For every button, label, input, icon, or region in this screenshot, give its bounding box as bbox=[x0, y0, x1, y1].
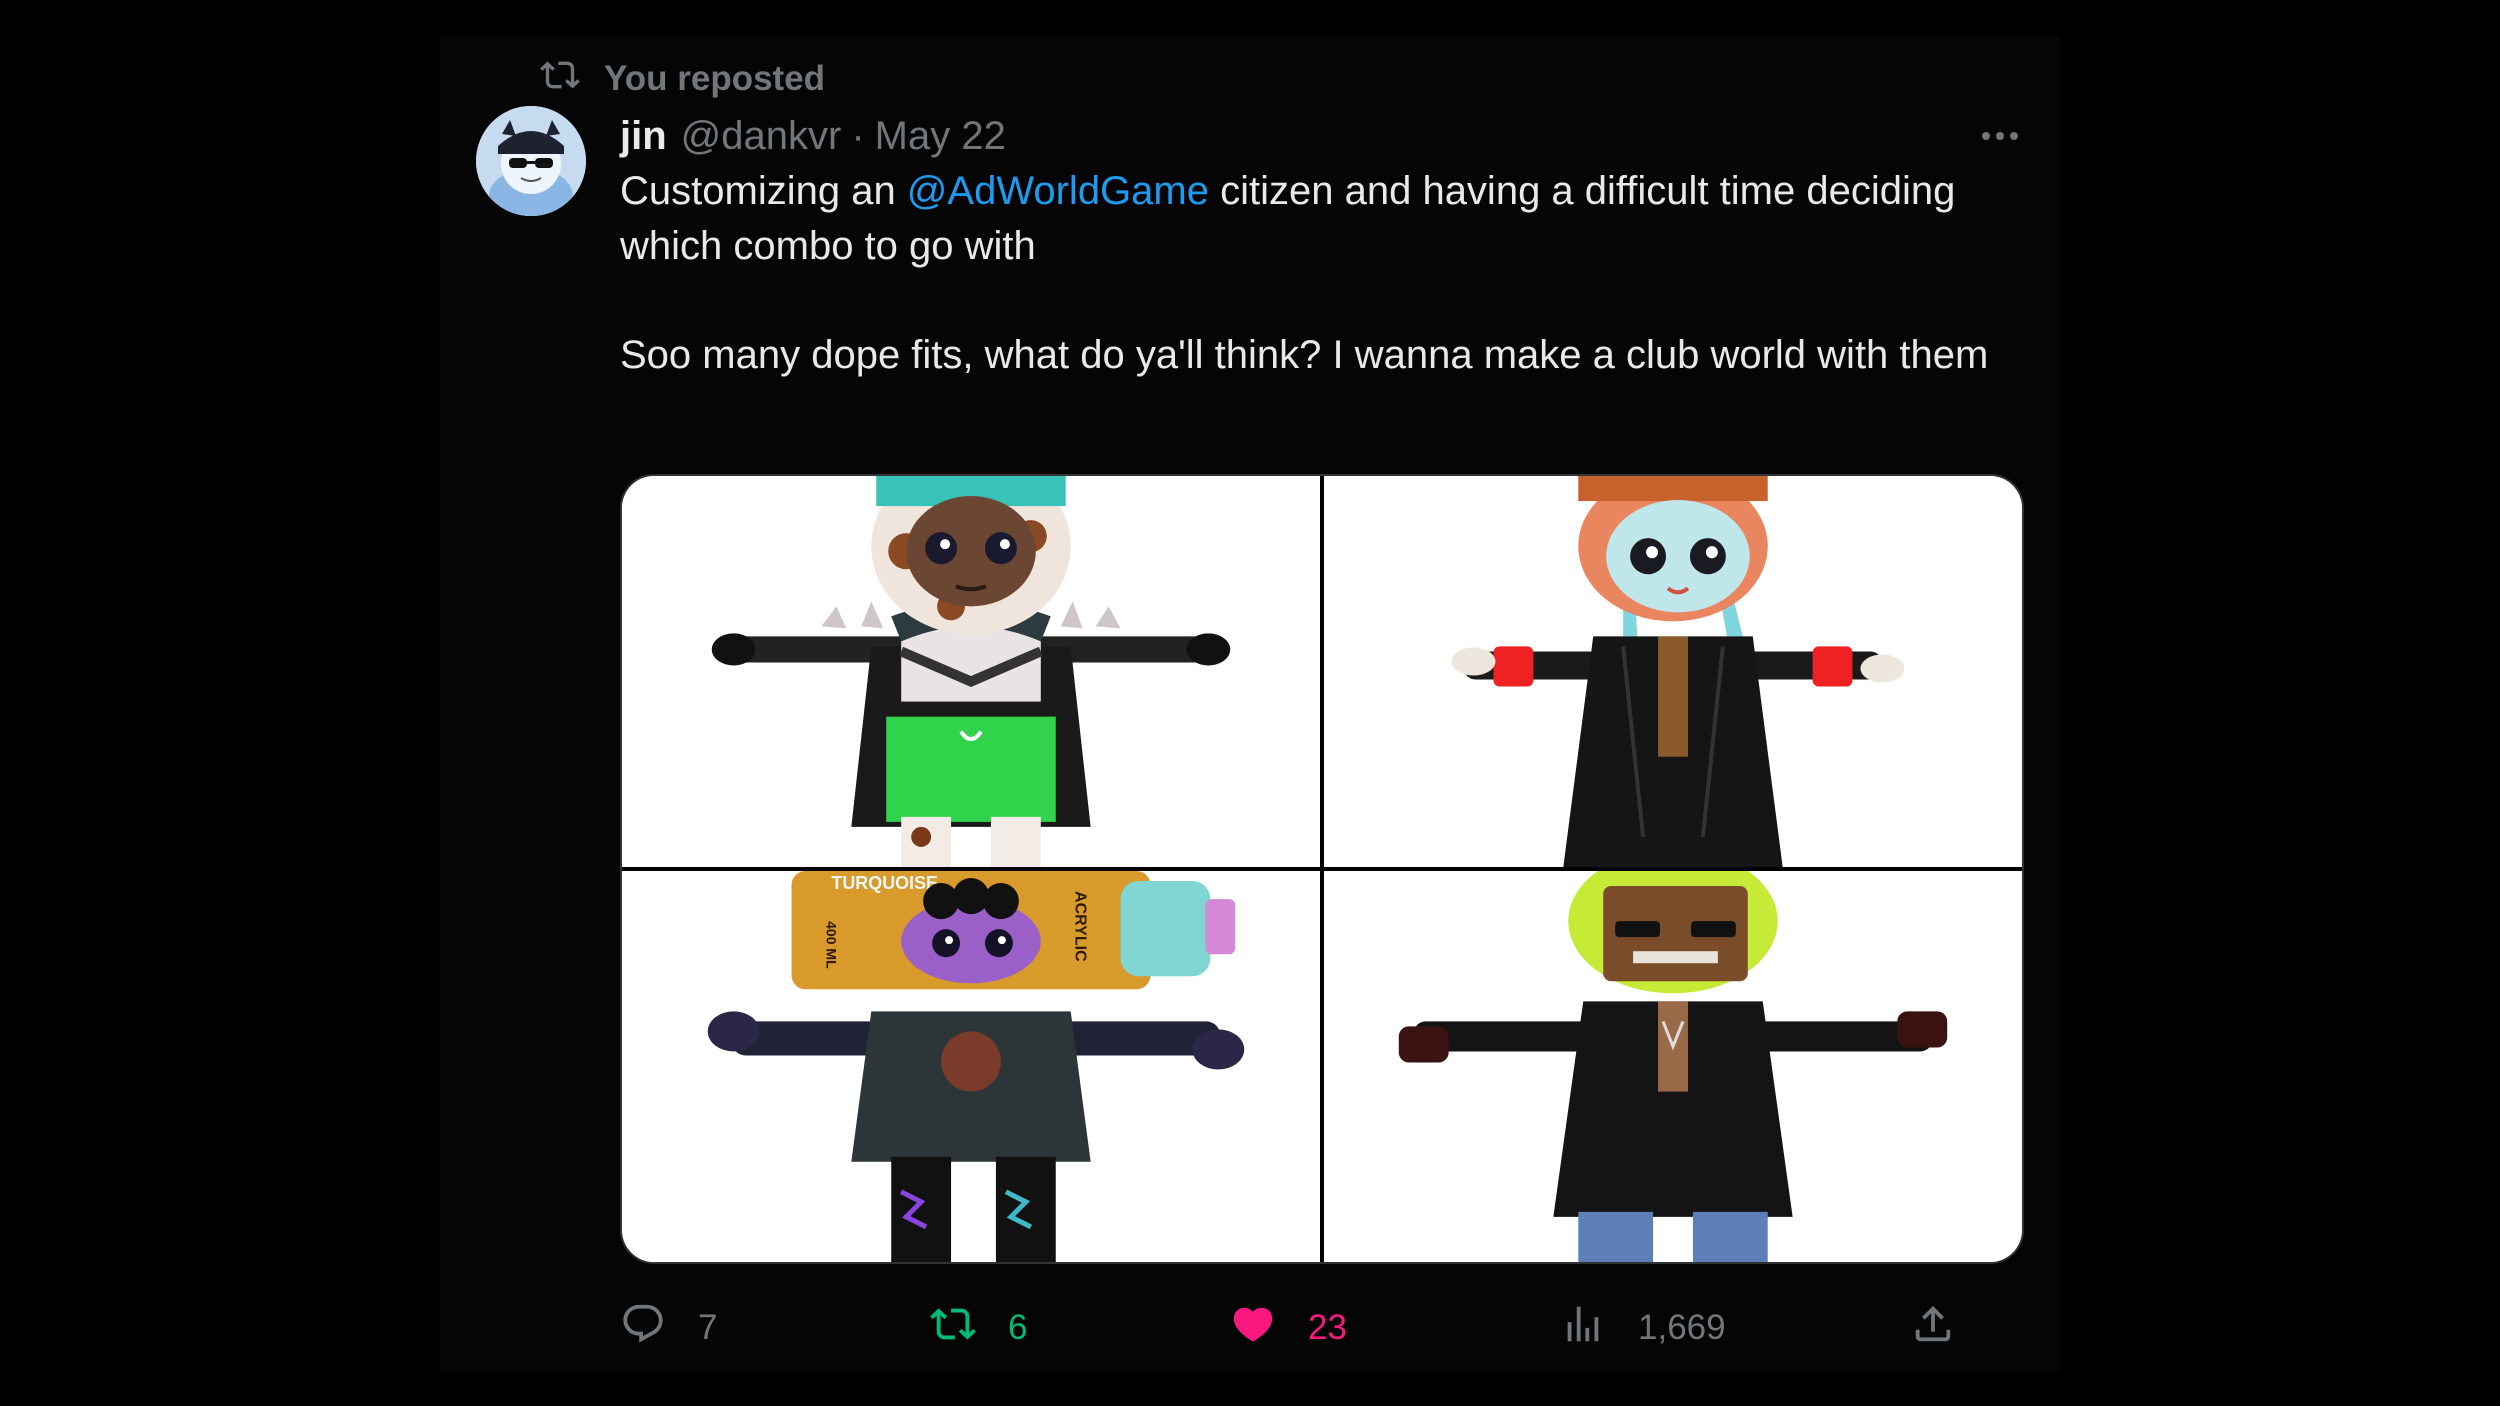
more-dot-icon bbox=[1996, 132, 2004, 140]
retweet-button[interactable]: 6 bbox=[930, 1301, 1027, 1356]
tweet-header: jin @dankvr · May 22 bbox=[620, 106, 2030, 166]
repost-label: You reposted bbox=[604, 59, 826, 98]
avatar-outfit-2-image[interactable] bbox=[1324, 476, 2022, 867]
tube-label-volume: 400 ML bbox=[823, 921, 839, 969]
tweet-card[interactable]: You reposted jin @dankvr · May 22 Custom… bbox=[440, 36, 2060, 1371]
author-display-name[interactable]: jin bbox=[620, 114, 667, 159]
reply-button[interactable]: 7 bbox=[620, 1301, 717, 1356]
more-dot-icon bbox=[1982, 132, 1990, 140]
tweet-date[interactable]: May 22 bbox=[875, 114, 1006, 159]
tweet-text: Customizing an @AdWorldGame citizen and … bbox=[620, 164, 2060, 437]
like-count: 23 bbox=[1308, 1308, 1347, 1347]
more-dot-icon bbox=[2010, 132, 2018, 140]
views-button[interactable]: 1,669 bbox=[1560, 1301, 1726, 1356]
reply-icon bbox=[620, 1301, 666, 1356]
analytics-icon bbox=[1560, 1301, 1606, 1356]
like-button[interactable]: 23 bbox=[1230, 1301, 1347, 1356]
share-icon bbox=[1910, 1301, 1956, 1356]
view-count: 1,669 bbox=[1638, 1308, 1726, 1347]
tweet-text-before-mention: Customizing an bbox=[620, 169, 907, 213]
repost-indicator: You reposted bbox=[540, 54, 825, 104]
share-button[interactable] bbox=[1910, 1301, 1956, 1356]
tweet-paragraph-2: Soo many dope fits, what do ya'll think?… bbox=[620, 333, 1989, 377]
avatar-outfit-4-image[interactable] bbox=[1324, 871, 2022, 1262]
avatar-outfit-1-image[interactable] bbox=[622, 476, 1320, 867]
avatar-outfit-3-image[interactable]: TURQUOISE ACRYLIC 400 ML bbox=[622, 871, 1320, 1262]
retweet-count: 6 bbox=[1008, 1308, 1028, 1347]
retweet-icon bbox=[540, 55, 580, 104]
tweet-paragraph-1: Customizing an @AdWorldGame citizen and … bbox=[620, 164, 2060, 274]
action-bar: 7 6 23 1,669 bbox=[620, 1298, 2060, 1358]
separator-dot: · bbox=[851, 113, 865, 158]
media-grid: TURQUOISE ACRYLIC 400 ML bbox=[620, 474, 2024, 1264]
heart-icon bbox=[1230, 1301, 1276, 1356]
tube-label-side: ACRYLIC bbox=[1072, 891, 1089, 962]
author-handle[interactable]: @dankvr bbox=[681, 114, 842, 159]
more-options-button[interactable] bbox=[1970, 116, 2030, 156]
author-avatar[interactable] bbox=[476, 106, 586, 216]
tube-label-top: TURQUOISE bbox=[831, 873, 938, 893]
reply-count: 7 bbox=[698, 1308, 718, 1347]
retweet-icon bbox=[930, 1301, 976, 1356]
mention-link[interactable]: @AdWorldGame bbox=[907, 169, 1209, 213]
